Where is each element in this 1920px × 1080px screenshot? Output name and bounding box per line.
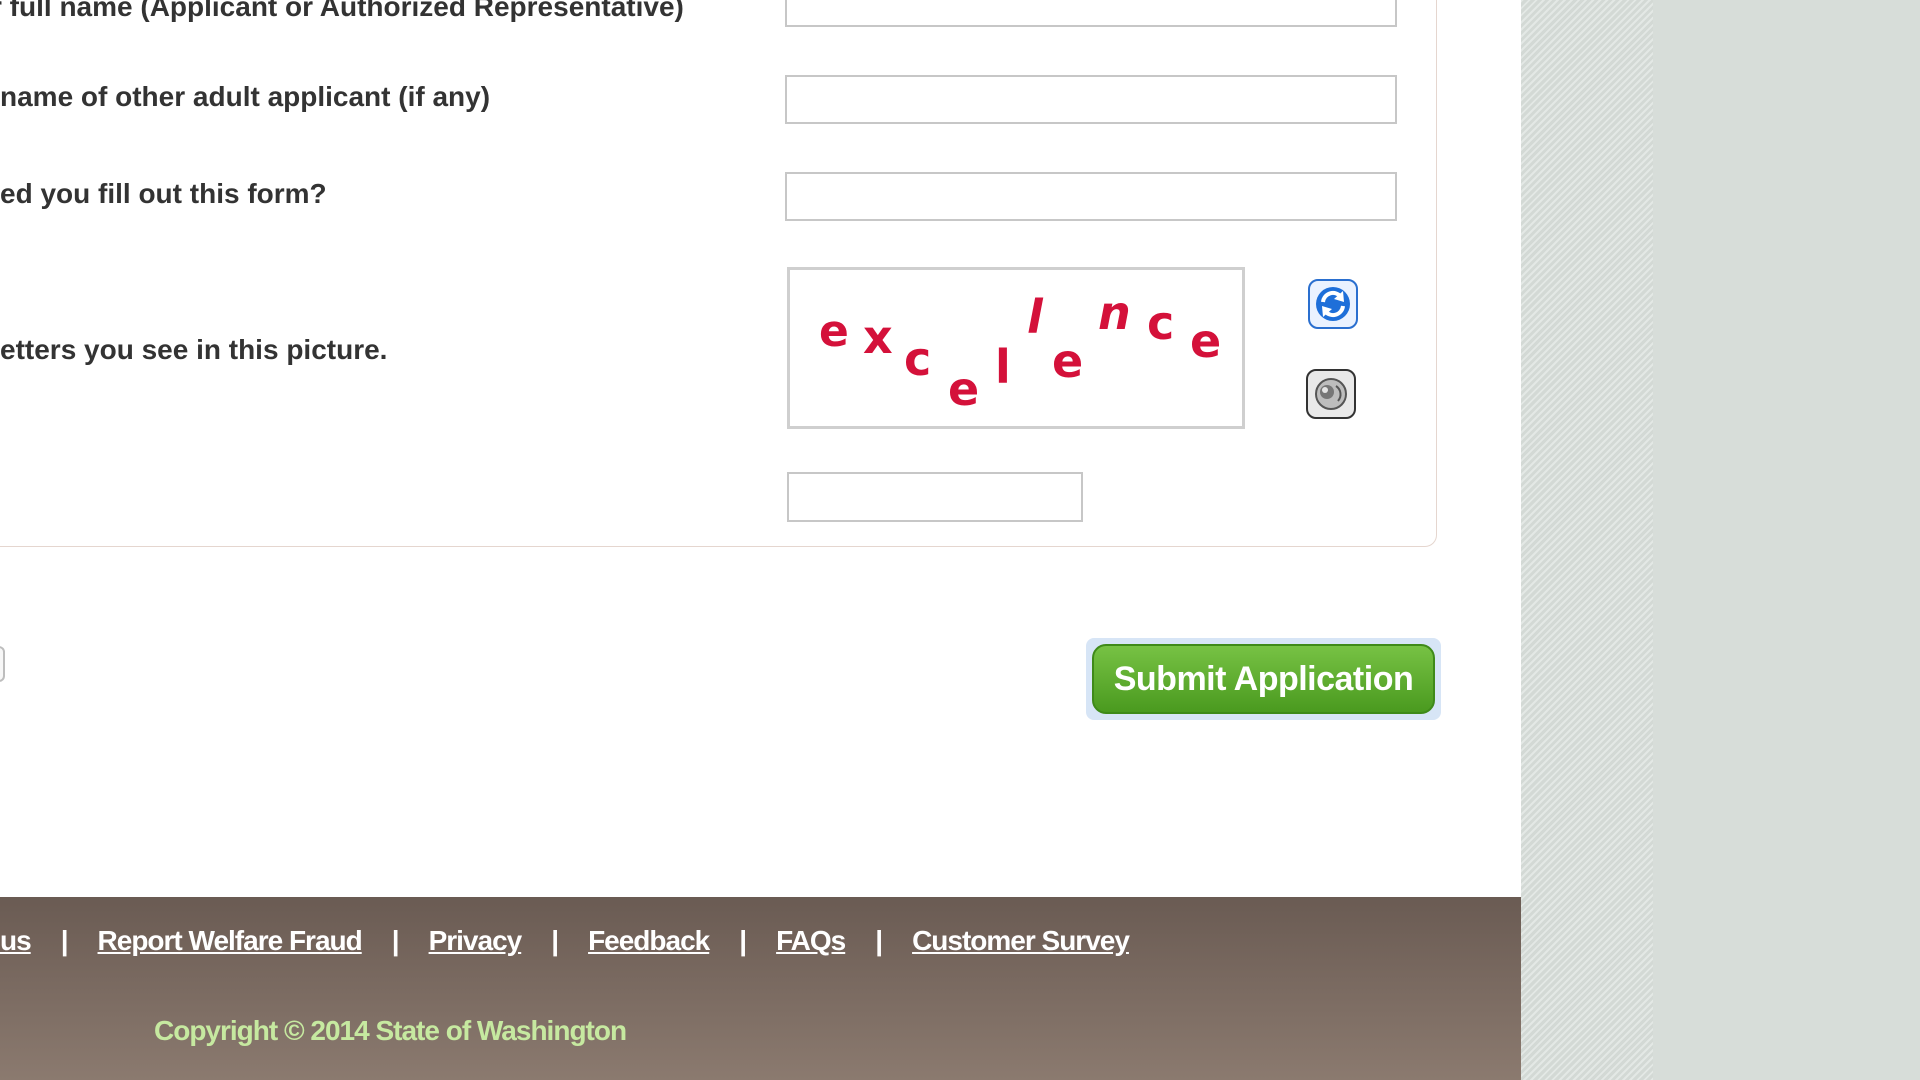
captcha-prompt-label: etters you see in this picture. bbox=[0, 334, 388, 365]
full-name-input[interactable] bbox=[785, 0, 1397, 27]
captcha-image: e x c e l l e n c e bbox=[787, 267, 1245, 429]
footer-separator: | bbox=[551, 925, 559, 956]
submit-application-button[interactable]: Submit Application bbox=[1092, 644, 1435, 714]
speaker-audio-icon bbox=[1315, 378, 1347, 410]
full-name-label: r full name (Applicant or Authorized Rep… bbox=[0, 0, 684, 22]
footer-separator: | bbox=[875, 925, 883, 956]
footer-link-customer-survey[interactable]: Customer Survey bbox=[912, 925, 1130, 956]
footer-separator: | bbox=[391, 925, 400, 956]
main-content-area: r full name (Applicant or Authorized Rep… bbox=[0, 0, 1521, 897]
page-background-gutter bbox=[1521, 0, 1920, 1080]
footer-link-feedback[interactable]: Feedback bbox=[588, 925, 710, 956]
footer-link-contact-us[interactable]: us bbox=[0, 925, 32, 956]
audio-captcha-button[interactable] bbox=[1306, 369, 1356, 419]
captcha-answer-input[interactable] bbox=[787, 472, 1083, 522]
other-applicant-label: name of other adult applicant (if any) bbox=[0, 81, 491, 112]
form-helper-input[interactable] bbox=[785, 172, 1397, 221]
copyright-text: Copyright © 2014 State of Washington bbox=[154, 1015, 627, 1046]
other-applicant-input[interactable] bbox=[785, 75, 1397, 124]
submit-focus-ring: Submit Application bbox=[1086, 638, 1441, 720]
partial-button-edge[interactable] bbox=[0, 646, 5, 682]
form-helper-label: ed you fill out this form? bbox=[0, 178, 327, 209]
footer-link-faqs[interactable]: FAQs bbox=[776, 925, 846, 956]
refresh-captcha-button[interactable] bbox=[1308, 279, 1358, 329]
refresh-arrows-icon bbox=[1316, 287, 1350, 321]
footer-link-privacy[interactable]: Privacy bbox=[429, 925, 523, 956]
footer-separator: | bbox=[739, 925, 747, 956]
footer-separator: | bbox=[60, 925, 69, 956]
footer-links: us | Report Welfare Fraud | Privacy | Feedback… bbox=[0, 925, 1130, 961]
footer-link-report-welfare-fraud[interactable]: Report Welfare Fraud bbox=[98, 925, 363, 956]
